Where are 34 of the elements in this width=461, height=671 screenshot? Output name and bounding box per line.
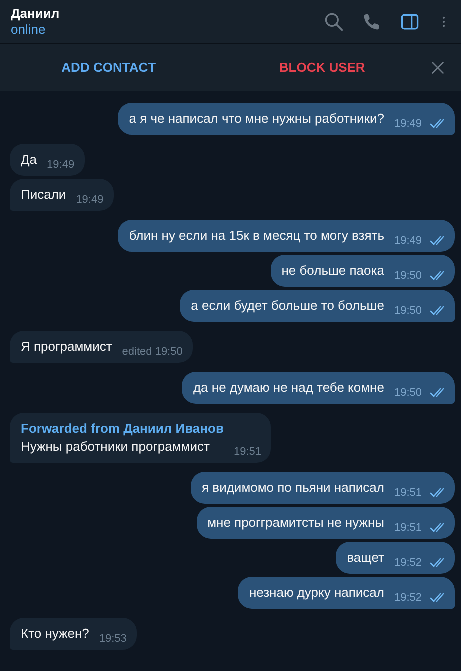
message-time: 19:49 (394, 117, 422, 131)
message-text: Нужны работники программист (21, 439, 210, 454)
message-text: я видимомо по пьяни написал (202, 480, 384, 495)
message-time: 19:49 (47, 158, 75, 172)
message-time: 19:51 (234, 445, 262, 459)
message-time: 19:50 (394, 386, 422, 400)
message-time: edited 19:50 (122, 345, 183, 359)
add-contact-button[interactable]: ADD CONTACT (52, 52, 166, 84)
message-text: блин ну если на 15к в месяц то могу взять (129, 228, 384, 243)
online-status: online (11, 22, 47, 38)
message-time: 19:50 (394, 269, 422, 283)
message-text: а я че написал что мне нужны работники? (129, 111, 384, 126)
message-text: Кто нужен? (21, 626, 90, 641)
message-text: мне прогграмитсты не нужны (208, 515, 384, 530)
message-time: 19:49 (76, 193, 104, 207)
contact-name: Даниил (11, 6, 60, 22)
message-text: Да (21, 152, 38, 167)
message-text: не больше паока (282, 263, 384, 278)
search-icon[interactable] (323, 10, 345, 32)
message-time: 19:51 (394, 521, 422, 535)
message-time: 19:53 (99, 632, 127, 646)
message-text: ващет (347, 550, 384, 565)
message-text: да не думаю не над тебе комне (193, 380, 384, 395)
message-text: а если будет больше то больше (191, 298, 384, 313)
message-time: 19:49 (394, 234, 422, 248)
message-text: Писали (21, 187, 66, 202)
message-time: 19:52 (394, 591, 422, 605)
message-text: Я программист (21, 339, 112, 354)
block-user-button[interactable]: BLOCK USER (269, 52, 376, 84)
forwarded-from-label: Forwarded from Даниил Иванов (21, 420, 224, 438)
message-text: незнаю дурку написал (249, 585, 384, 600)
message-time: 19:50 (394, 304, 422, 318)
message-time: 19:51 (394, 486, 422, 500)
message-time: 19:52 (394, 556, 422, 570)
